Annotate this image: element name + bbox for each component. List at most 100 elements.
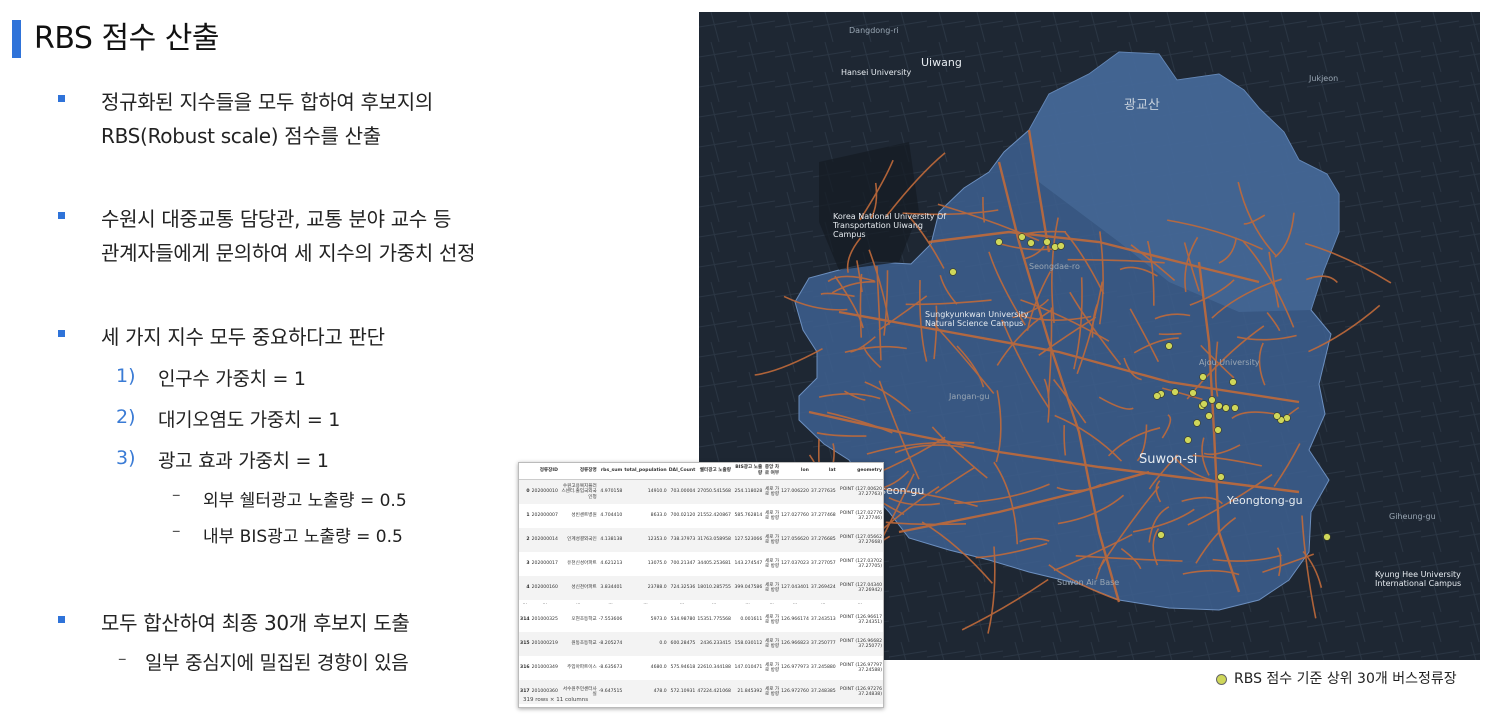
table-cell: POINT (127.00620 37.27763): [836, 479, 883, 504]
bus-stop-marker[interactable]: [1043, 238, 1051, 246]
table-header-row: 정류장ID 정류장명 rbs_sum total_population DAI_Coun…: [519, 463, 883, 480]
map-legend: RBS 점수 기준 상위 30개 버스정류장: [1216, 668, 1457, 688]
table-cell: 세로 가로 방향: [763, 576, 781, 600]
bus-stop-marker[interactable]: [1189, 389, 1197, 397]
table-cell: 22610.344188: [697, 665, 731, 671]
bus-stop-marker[interactable]: [1208, 396, 1216, 404]
table-cell: 5973.0: [650, 617, 667, 623]
bus-stop-marker[interactable]: [1153, 392, 1161, 400]
weight-3-number: 3): [116, 447, 136, 469]
bus-stop-marker[interactable]: [1157, 531, 1165, 539]
table-cell: 126.972760: [780, 680, 810, 704]
table-cell: 127.043401: [780, 576, 810, 600]
ad-sub-2-text: 내부 BIS광고 노출량 = 0.5: [203, 527, 403, 547]
bus-stop-marker[interactable]: [1199, 373, 1207, 381]
table-cell: 37.258876: [810, 704, 837, 707]
bus-stop-marker[interactable]: [1171, 388, 1179, 396]
bus-stop-marker[interactable]: [995, 238, 1003, 246]
map-label-yeongtong: Yeongtong-gu: [1227, 494, 1303, 507]
table-row: 316 201000349 주입아파트이스 -8.635673 4680.0 575.94…: [519, 656, 883, 680]
table-cell: -9.647515: [597, 680, 624, 704]
table-cell: 127.056620: [780, 528, 810, 552]
bullet-2-line-2: 관계자들에게 문의하여 세 지수의 가중치 선정: [101, 241, 476, 265]
table-cell: 세로 가로 방향: [764, 662, 780, 674]
table-cell: 4.621213: [600, 561, 623, 567]
bus-stop-marker[interactable]: [1051, 243, 1059, 251]
table-row: 1 202000007 성빈센트병원 4.704410 8633.0 700.02120 2…: [519, 504, 883, 528]
bus-stop-marker[interactable]: [1184, 436, 1192, 444]
table-cell: POINT (126.96682 37.25077): [836, 632, 883, 656]
bus-stop-marker[interactable]: [1229, 378, 1237, 386]
table-cell: 3: [526, 561, 530, 567]
table-cell: 83.754828: [732, 704, 763, 707]
bus-stop-marker[interactable]: [949, 268, 957, 276]
table-cell: 세로 가로 방향: [763, 479, 781, 504]
table-cell: 202000017: [531, 561, 558, 567]
table-cell: 126.966174: [781, 617, 809, 623]
weight-1-number: 1): [116, 365, 136, 387]
table-cell: 202000160: [530, 576, 559, 600]
table-header-cell: BIS광고 노출량: [731, 463, 764, 480]
table-header-cell: total_population: [623, 463, 668, 480]
table-cell: 566.06647: [668, 704, 697, 707]
bus-stop-marker[interactable]: [1200, 400, 1208, 408]
table-cell: 126.966823: [780, 632, 810, 656]
table-cell: 147.010471: [734, 665, 763, 671]
table-cell: 18010.285755: [696, 576, 732, 600]
table-cell: 37.277057: [810, 561, 836, 567]
bus-stop-marker[interactable]: [1273, 412, 1281, 420]
table-cell: 201000439: [531, 704, 559, 707]
table-cell: 12353.0: [623, 528, 668, 552]
table-header-cell: rbs_sum: [597, 463, 624, 480]
table-header-cell: 정류장명: [558, 463, 598, 480]
table-row: 314 201000325 오현초등학교 -7.553606 5973.0 534.987…: [519, 608, 883, 632]
bullet-marker: [58, 95, 65, 102]
legend-text: RBS 점수 기준 상위 30개 버스정류장: [1234, 671, 1457, 687]
table-cell: 수원고용복지플러스센터.출입국외국인청: [558, 479, 598, 504]
road-segment: [1158, 332, 1182, 336]
bus-stop-marker[interactable]: [1215, 402, 1223, 410]
bus-stop-marker[interactable]: [1217, 473, 1225, 481]
table-cell: POINT (126.97276 37.24838): [836, 680, 883, 704]
bus-stop-marker[interactable]: [1231, 404, 1239, 412]
table-cell: POINT (127.04340 37.26942): [836, 576, 883, 600]
table-cell: 원동초등학교: [558, 632, 598, 656]
table-cell: 4: [519, 576, 531, 600]
bus-stop-marker[interactable]: [1057, 242, 1065, 250]
table-cell: 4912.140048: [696, 704, 732, 707]
bus-stop-marker[interactable]: [1205, 412, 1213, 420]
table-cell: 37.243513: [810, 617, 836, 623]
ad-sub-2-dash: –: [172, 521, 181, 541]
bus-stop-marker[interactable]: [1222, 404, 1230, 412]
table-cell: 15351.775568: [697, 617, 731, 623]
final-sub-dash: –: [118, 649, 127, 669]
table-cell: 127.006220: [780, 479, 810, 504]
table-cell: 158.030112: [731, 632, 764, 656]
table-cell: 37.276685: [809, 528, 837, 552]
table-cell: 575.94618: [670, 665, 696, 671]
bus-stop-marker[interactable]: [1027, 239, 1035, 247]
table-cell: 37.245880: [810, 665, 836, 671]
table-cell: 0.0: [623, 704, 667, 707]
table-cell: 13075.0: [647, 561, 667, 567]
table-cell: 585.762814: [734, 513, 763, 519]
bus-stop-marker[interactable]: [1214, 426, 1222, 434]
bullet-2-line-1: 수원시 대중교통 담당관, 교통 분야 교수 등: [101, 207, 452, 231]
table-header-cell: lat: [809, 463, 837, 480]
map-label-gwanggyosan: 광교산: [1124, 98, 1160, 113]
table-cell: 315: [519, 632, 531, 656]
bus-stop-marker[interactable]: [1018, 233, 1026, 241]
table-header-cell: geometry: [836, 463, 883, 480]
bus-stop-marker[interactable]: [1323, 533, 1331, 541]
bullet-marker: [58, 212, 65, 219]
table-cell: 127.523066: [731, 528, 764, 552]
map-label-jangan: Jangan-gu: [949, 392, 990, 401]
bus-stop-marker[interactable]: [1193, 419, 1201, 427]
table-cell: 534.98780: [670, 617, 696, 623]
bus-stop-marker[interactable]: [1165, 342, 1173, 350]
map-label-giheung: Giheung-gu: [1389, 512, 1436, 521]
table-cell: 21.845392: [731, 680, 764, 704]
table-cell: 399.047586: [731, 576, 764, 600]
table-cell: 738.37973: [667, 528, 697, 552]
table-cell: 127.037023: [781, 561, 809, 567]
